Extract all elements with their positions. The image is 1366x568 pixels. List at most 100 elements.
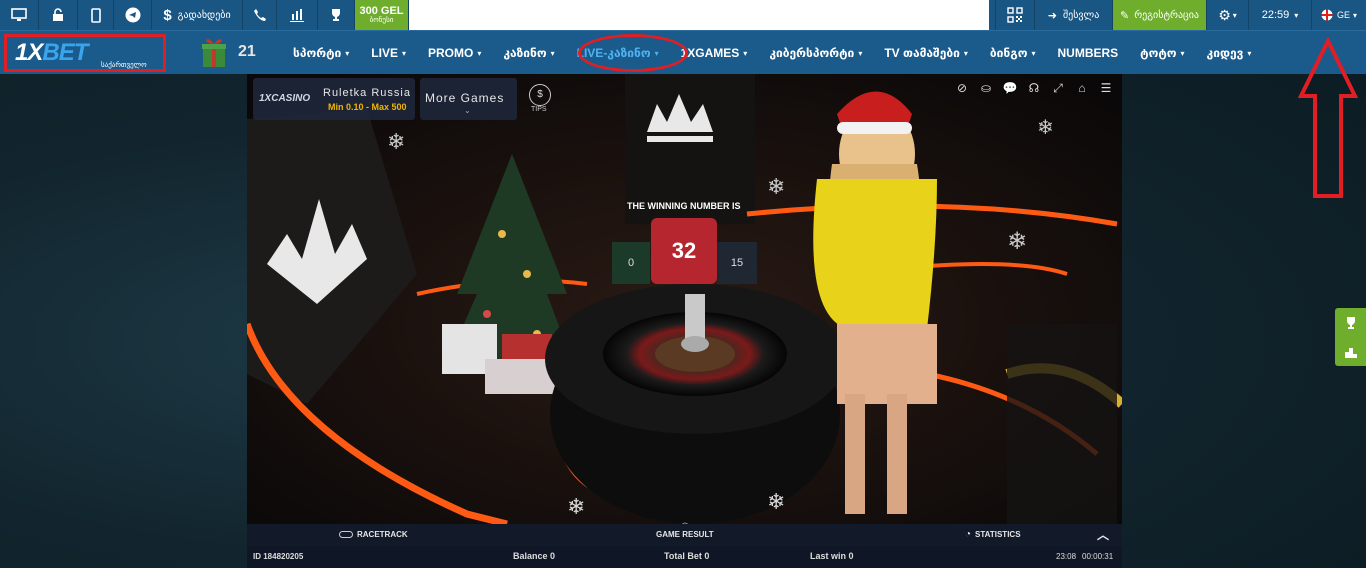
pie-chart-icon: ◔ [965,529,972,540]
nav-item-promo[interactable]: PROMO ▾ [417,31,492,75]
nav-item-tv-games[interactable]: TV თამაშები ▾ [873,31,979,75]
language-selector[interactable]: GE ▾ [1312,0,1366,30]
logo-text-right: BET [42,39,88,66]
telegram-icon[interactable] [114,0,152,30]
menu-icon[interactable]: ☰ [1094,78,1118,98]
mobile-icon[interactable] [78,0,114,30]
register-label: რეგისტრაცია [1134,9,1199,21]
nav-item-sport[interactable]: სპორტი ▾ [282,31,360,75]
logo-text-left: 1X [15,39,43,66]
svg-text:❄: ❄ [1037,115,1054,139]
bonus-amount: 300 GEL [359,5,404,17]
chevron-down-icon: ▾ [1031,48,1036,58]
chevron-down-icon: ▾ [858,48,863,58]
chevron-down-icon: ⌄ [464,106,471,115]
nav-item-esports[interactable]: კიბერსპორტი ▾ [758,31,873,75]
statistics-icon[interactable] [277,0,318,30]
collapse-chevron-icon[interactable]: ︿ [1097,526,1109,543]
nav-item-live[interactable]: LIVE ▾ [360,31,417,75]
winning-number-label: THE WINNING NUMBER IS [627,201,741,211]
chevron-down-icon: ▾ [963,48,968,58]
nav-item-numbers[interactable]: NUMBERS [1047,31,1130,75]
nav-items: სპორტი ▾ LIVE ▾ PROMO ▾ კაზინო ▾ LIVE-კაზინო… [282,31,1262,75]
chevron-down-icon: ▾ [477,48,482,58]
trophy-icon[interactable] [318,0,355,30]
last-win-value: Last win 0 [810,551,854,561]
top-bar-spacer [409,0,989,30]
mute-icon[interactable]: ⊘ [950,78,974,98]
phone-icon[interactable] [243,0,277,30]
total-bet-value: Total Bet 0 [664,551,710,561]
fullscreen-icon[interactable]: ⤢ [1046,78,1070,98]
gift-icon[interactable] [200,35,228,69]
edit-icon: ✎ [1119,9,1130,22]
nav-item-toto[interactable]: ტოტო ▾ [1129,31,1195,75]
tips-label: TIPS [531,106,547,113]
racetrack-icon [339,531,353,539]
chevron-down-icon: ▾ [345,48,350,58]
live-stream-video[interactable]: ❄ ❄ ❄ ❄ ❄ ❄ [247,74,1122,524]
racetrack-tab[interactable]: RACETRACK [339,530,408,539]
game-tabs-bar: RACETRACK GAME RESULT ◔ STATISTICS ︿ [247,524,1122,546]
gear-icon: ⚙ [1218,6,1231,23]
register-button[interactable]: ✎ რეგისტრაცია [1113,0,1207,30]
chevron-down-icon: ▾ [1232,10,1237,20]
round-id: ID 184820205 [253,552,304,561]
home-icon[interactable]: ⌂ [1070,78,1094,98]
more-games-label: More Games [425,91,505,105]
table-name: Ruletka Russia [323,87,411,99]
svg-text:❄: ❄ [387,130,405,155]
chevron-down-icon: ▾ [1247,48,1252,58]
login-icon: ➜ [1047,9,1057,22]
bonus-subtitle: ბონუსი [369,17,394,24]
chevron-down-icon: ▾ [1180,48,1185,58]
statistics-tab[interactable]: ◔ STATISTICS [965,529,1021,540]
desktop-icon[interactable] [0,0,39,30]
clock: 23:08 [1056,552,1077,561]
login-button[interactable]: ➜ შესვლა [1035,0,1113,30]
chevron-down-icon: ▾ [401,48,406,58]
qr-code-icon[interactable] [995,0,1035,30]
game-status-bar: ID 184820205 Balance 0 Total Bet 0 Last … [247,546,1122,568]
chevron-down-icon: ▾ [1294,10,1299,20]
bonus-button[interactable]: 300 GEL ბონუსი [355,0,409,30]
chat-icon[interactable]: 💬 [998,78,1022,98]
balance-value: Balance 0 [513,551,556,561]
chip-icon[interactable]: ⛀ [974,78,998,98]
winning-number: 32 [651,218,717,284]
table-limits: Min 0.10 - Max 500 [328,102,407,112]
time-display[interactable]: 22:59 ▾ [1249,0,1312,30]
more-games-button[interactable]: More Games ⌄ [420,78,517,120]
previous-result-right: 15 [717,242,757,284]
logo-subtitle: საქართველო [101,62,147,69]
side-widgets [1335,308,1366,366]
lock-icon[interactable] [39,0,78,30]
annotation-ellipse [578,34,688,72]
deposit-button[interactable]: $ გადახდები [152,0,243,30]
site-logo[interactable]: 1X BET საქართველო [4,34,166,72]
game-toolbar: ⊘ ⛀ 💬 ☊ ⤢ ⌂ ☰ [950,78,1118,98]
deposit-label: გადახდები [177,9,231,21]
settings-button[interactable]: ⚙ ▾ [1207,0,1249,30]
login-label: შესვლა [1062,9,1100,21]
table-info-panel[interactable]: 1XCASINO Ruletka Russia Min 0.10 - Max 5… [253,78,415,120]
live-game-window[interactable]: ❄ ❄ ❄ ❄ ❄ ❄ 1XCASINO Ruletka Russia Min … [247,74,1122,568]
svg-text:❄: ❄ [1007,227,1027,255]
promo-number[interactable]: 21 [238,43,256,61]
dollar-icon: $ [163,6,172,24]
svg-text:❄: ❄ [567,495,585,520]
session-time: 00:00:31 [1082,552,1114,561]
nav-item-casino[interactable]: კაზინო ▾ [492,31,565,75]
chevron-down-icon: ▾ [1353,10,1358,20]
leaderboard-icon[interactable] [1335,337,1366,366]
game-result-tab[interactable]: GAME RESULT [656,530,714,539]
chevron-down-icon: ▾ [550,48,555,58]
nav-item-bingo[interactable]: ბინგო ▾ [979,31,1047,75]
time-value: 22:59 [1261,9,1290,21]
headset-icon[interactable]: ☊ [1022,78,1046,98]
chevron-down-icon: ▾ [743,48,748,58]
tips-icon[interactable]: $ [529,84,551,106]
trophy-icon[interactable] [1335,308,1366,337]
flag-icon [1321,9,1333,21]
nav-item-more[interactable]: კიდევ ▾ [1196,31,1263,75]
